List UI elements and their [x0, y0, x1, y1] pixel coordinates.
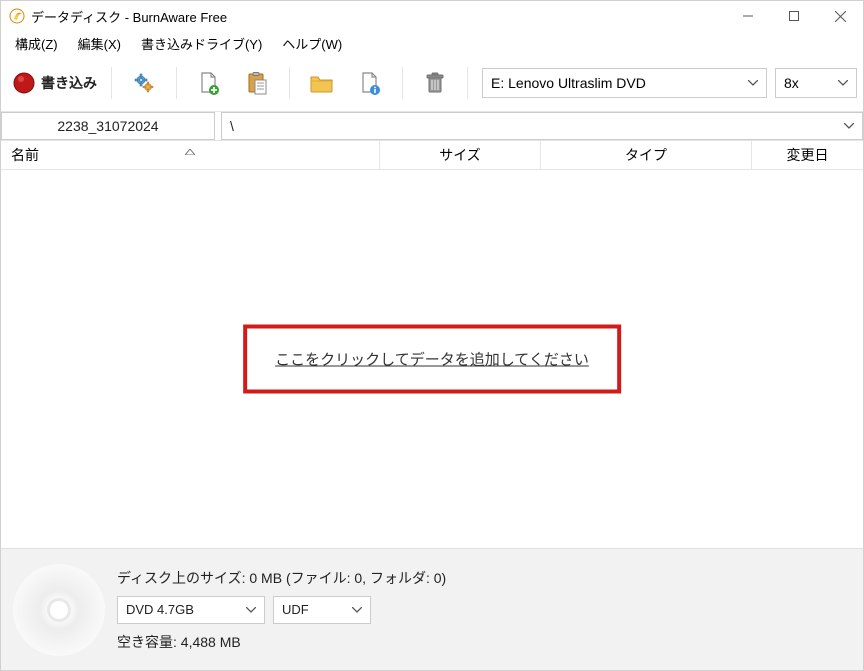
column-type[interactable]: タイプ: [541, 141, 752, 169]
disc-type-select[interactable]: DVD 4.7GB: [117, 596, 265, 624]
menu-bar: 構成(Z) 編集(X) 書き込みドライブ(Y) ヘルプ(W): [1, 31, 863, 55]
gears-icon: [133, 72, 155, 94]
options-button[interactable]: [120, 65, 168, 101]
record-icon: [13, 72, 35, 94]
status-panel: ディスク上のサイズ: 0 MB (ファイル: 0, フォルダ: 0) DVD 4…: [1, 548, 863, 670]
menu-edit[interactable]: 編集(X): [68, 32, 131, 55]
disc-icon: [13, 564, 105, 656]
file-list-area[interactable]: ここをクリックしてデータを追加してください: [1, 170, 863, 548]
sort-asc-icon: [185, 142, 195, 158]
drive-select[interactable]: E: Lenovo Ultraslim DVD: [482, 68, 767, 98]
free-space-line: 空き容量: 4,488 MB: [117, 632, 446, 652]
project-name-path-row: 2238_31072024 \: [1, 111, 863, 140]
drive-select-value: E: Lenovo Ultraslim DVD: [491, 75, 646, 91]
chevron-down-icon: [844, 123, 854, 129]
speed-select-value: 8x: [784, 75, 799, 91]
clipboard-paste-icon: [246, 71, 268, 95]
filesystem-value: UDF: [282, 602, 309, 617]
path-value: \: [230, 118, 234, 134]
menu-drive[interactable]: 書き込みドライブ(Y): [131, 32, 272, 55]
disc-size-line: ディスク上のサイズ: 0 MB (ファイル: 0, フォルダ: 0): [117, 568, 446, 588]
paste-button[interactable]: [233, 65, 281, 101]
chevron-down-icon: [748, 80, 758, 86]
close-button[interactable]: [817, 1, 863, 31]
file-column-headers: 名前 サイズ タイプ 変更日: [1, 140, 863, 170]
chevron-down-icon: [838, 80, 848, 86]
folder-icon: [310, 73, 334, 93]
app-icon: [9, 8, 25, 24]
delete-button[interactable]: [411, 65, 459, 101]
column-size[interactable]: サイズ: [380, 141, 541, 169]
add-data-hint-link[interactable]: ここをクリックしてデータを追加してください: [275, 352, 589, 369]
path-input[interactable]: \: [221, 112, 863, 140]
menu-help[interactable]: ヘルプ(W): [272, 32, 352, 55]
trash-icon: [425, 72, 445, 94]
disc-name-value: 2238_31072024: [57, 118, 158, 134]
file-info-icon: [359, 71, 381, 95]
add-data-hint[interactable]: ここをクリックしてデータを追加してください: [243, 325, 621, 394]
toolbar: 書き込み: [1, 55, 863, 111]
chevron-down-icon: [352, 607, 362, 613]
maximize-button[interactable]: [771, 1, 817, 31]
menu-compose[interactable]: 構成(Z): [5, 32, 68, 55]
new-folder-button[interactable]: [298, 65, 346, 101]
window-title: データディスク - BurnAware Free: [31, 7, 227, 26]
disc-type-value: DVD 4.7GB: [126, 602, 194, 617]
filesystem-select[interactable]: UDF: [273, 596, 371, 624]
file-add-icon: [198, 71, 220, 95]
column-date[interactable]: 変更日: [752, 141, 863, 169]
column-name[interactable]: 名前: [1, 141, 380, 169]
burn-button-label: 書き込み: [41, 73, 97, 93]
minimize-button[interactable]: [725, 1, 771, 31]
file-properties-button[interactable]: [346, 65, 394, 101]
disc-name-input[interactable]: 2238_31072024: [1, 112, 215, 140]
title-bar: データディスク - BurnAware Free: [1, 1, 863, 31]
add-file-button[interactable]: [185, 65, 233, 101]
burn-button[interactable]: 書き込み: [7, 65, 103, 101]
chevron-down-icon: [246, 607, 256, 613]
speed-select[interactable]: 8x: [775, 68, 857, 98]
